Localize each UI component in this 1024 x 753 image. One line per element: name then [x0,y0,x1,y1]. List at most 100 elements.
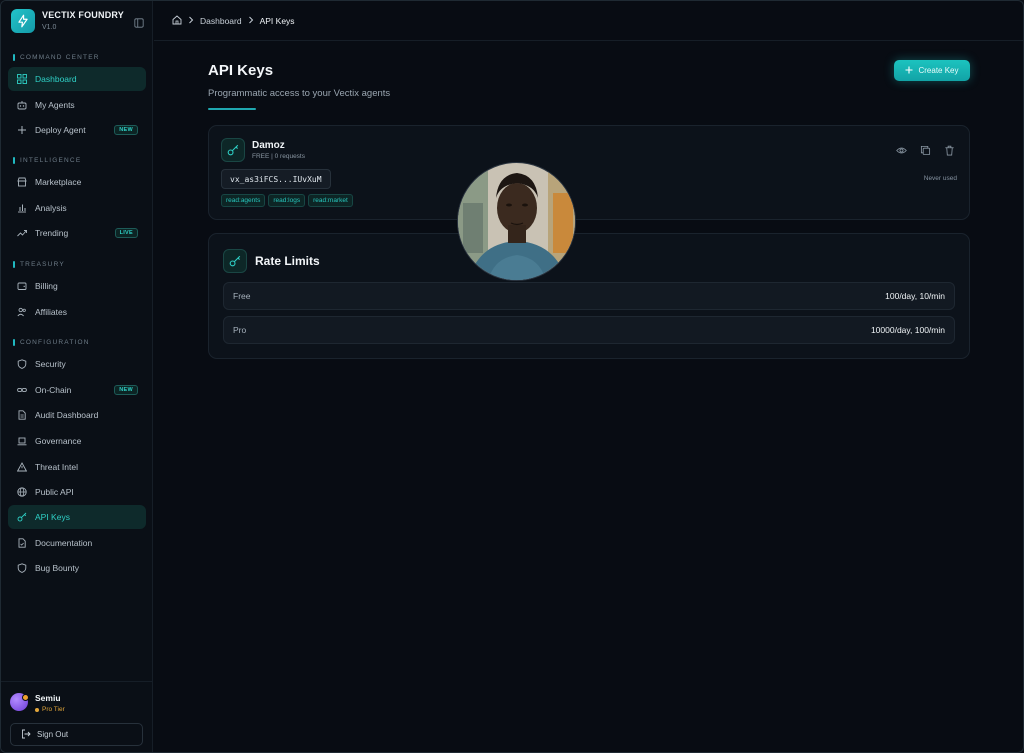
plus-icon [17,125,27,135]
sidebar-item-public-api[interactable]: Public API [8,480,146,504]
sidebar-item-documentation[interactable]: Documentation [8,531,146,555]
rate-row: Pro 10000/day, 100/min [223,316,955,344]
scope-tags: read:agents read:logs read:market [221,194,353,207]
users-icon [17,307,27,317]
rate-value: 10000/day, 100/min [870,325,945,335]
brand-version: V1.0 [42,24,57,31]
new-badge: NEW [114,125,138,135]
sidebar-item-trending[interactable]: Trending LIVE [8,221,146,245]
sidebar-item-label: Governance [35,436,82,446]
page-title: API Keys [208,62,274,79]
section-title: CONFIGURATION [13,339,90,346]
breadcrumb: Dashboard API Keys [172,15,295,27]
sign-out-button[interactable]: Sign Out [10,723,143,746]
sidebar-item-security[interactable]: Security [8,352,146,376]
rate-tier: Free [233,291,251,301]
lightning-icon [11,9,35,33]
section-title: TREASURY [13,261,65,268]
key-value[interactable]: vx_as3iFCS...IUvXuM [221,169,331,189]
sidebar-item-marketplace[interactable]: Marketplace [8,170,146,194]
bar-chart-icon [17,203,27,213]
sidebar-item-label: Analysis [35,203,67,213]
sidebar-item-on-chain[interactable]: On-Chain NEW [8,378,146,402]
sidebar-item-deploy-agent[interactable]: Deploy Agent NEW [8,118,146,142]
user-tier: Pro Tier [35,706,65,713]
brand: VECTIX FOUNDRY V1.0 [11,9,146,37]
store-icon [17,177,27,187]
file-icon [17,410,27,420]
key-icon [17,512,27,522]
link-icon [17,385,27,395]
sidebar-item-dashboard[interactable]: Dashboard [8,67,146,91]
user-name: Semiu [35,693,61,703]
api-key-card: Damoz FREE | 0 requests vx_as3iFCS...IUv… [208,125,970,220]
sidebar-item-label: Deploy Agent [35,125,86,135]
sign-out-label: Sign Out [37,730,69,739]
sidebar-item-threat-intel[interactable]: Threat Intel [8,455,146,479]
sidebar-item-label: On-Chain [35,385,72,395]
chevron-right-icon [248,16,254,26]
sidebar-item-governance[interactable]: Governance [8,429,146,453]
key-icon [223,249,247,273]
rate-limits-title: Rate Limits [255,254,320,268]
rate-value: 100/day, 10/min [885,291,945,301]
status-dot [22,694,29,701]
sidebar-item-audit-dashboard[interactable]: Audit Dashboard [8,403,146,427]
sidebar-item-label: Documentation [35,538,93,548]
sidebar-item-label: My Agents [35,100,75,110]
plus-icon [905,66,913,76]
section-title: COMMAND CENTER [13,54,100,61]
create-key-label: Create Key [918,66,959,75]
sidebar-item-label: Bug Bounty [35,563,79,573]
sidebar-item-label: Public API [35,487,74,497]
breadcrumb-dashboard[interactable]: Dashboard [200,16,242,26]
sidebar-item-label: Billing [35,281,58,291]
sidebar-item-my-agents[interactable]: My Agents [8,93,146,117]
user-panel: Semiu Pro Tier Sign Out [1,681,153,752]
sidebar-item-analysis[interactable]: Analysis [8,196,146,220]
sidebar-item-label: Affiliates [35,307,67,317]
trash-icon[interactable] [943,144,955,156]
sidebar-item-label: Security [35,359,66,369]
grid-icon [17,74,27,84]
scope-tag: read:agents [221,194,266,207]
rate-tier: Pro [233,325,247,335]
eye-icon[interactable] [895,144,907,156]
title-underline [208,108,256,110]
sidebar-item-label: Threat Intel [35,462,78,472]
brand-name: VECTIX FOUNDRY [42,10,124,20]
rate-row: Free 100/day, 10/min [223,282,955,310]
key-name: Damoz [252,140,285,151]
new-badge: NEW [114,385,138,395]
document-icon [17,538,27,548]
sidebar-item-billing[interactable]: Billing [8,274,146,298]
robot-icon [17,100,27,110]
home-icon[interactable] [172,15,182,27]
sidebar-item-label: Audit Dashboard [35,410,99,420]
key-icon [221,138,245,162]
section-title: INTELLIGENCE [13,157,81,164]
sidebar-item-affiliates[interactable]: Affiliates [8,300,146,324]
wallet-icon [17,281,27,291]
sidebar-item-label: Dashboard [35,74,77,84]
sidebar-item-label: API Keys [35,512,70,522]
copy-icon[interactable] [919,144,931,156]
breadcrumb-current: API Keys [259,16,295,26]
sidebar: VECTIX FOUNDRY V1.0 COMMAND CENTER Dashb… [1,1,153,752]
sidebar-collapse-icon[interactable] [134,15,146,28]
sidebar-item-api-keys[interactable]: API Keys [8,505,146,529]
sidebar-item-label: Trending [35,228,69,238]
page-subtitle: Programmatic access to your Vectix agent… [208,88,391,99]
chevron-right-icon [188,16,194,26]
scope-tag: read:market [308,194,353,207]
rate-limits-card: Rate Limits Free 100/day, 10/min Pro 100… [208,233,970,359]
sidebar-item-label: Marketplace [35,177,82,187]
create-key-button[interactable]: Create Key [894,60,970,81]
key-meta: FREE | 0 requests [252,153,305,160]
app-window: VECTIX FOUNDRY V1.0 COMMAND CENTER Dashb… [0,0,1024,753]
trending-icon [17,228,27,238]
shield-icon [17,359,27,369]
live-badge: LIVE [114,228,138,238]
webcam-overlay [457,162,576,281]
sidebar-item-bug-bounty[interactable]: Bug Bounty [8,556,146,580]
